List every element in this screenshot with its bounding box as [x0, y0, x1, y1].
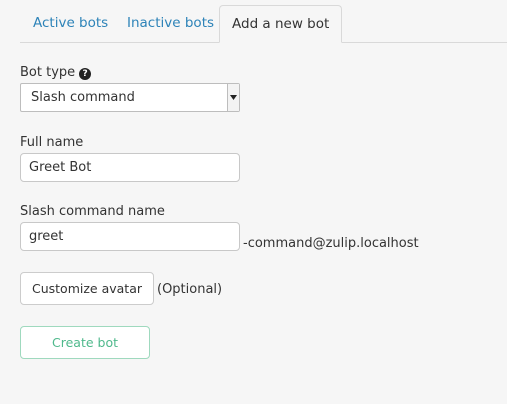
tab-add-new-bot[interactable]: Add a new bot — [219, 5, 343, 43]
bot-email-suffix: -command@zulip.localhost — [243, 236, 419, 251]
bot-type-selected-value: Slash command — [31, 90, 135, 105]
full-name-label: Full name — [20, 135, 84, 150]
question-circle-icon[interactable]: ? — [79, 68, 92, 80]
dropdown-arrow-icon — [227, 84, 239, 111]
bot-type-label: Bot type? — [20, 65, 92, 80]
avatar-optional-label: (Optional) — [157, 282, 223, 297]
tab-inactive-bots[interactable]: Inactive bots — [127, 5, 214, 42]
full-name-input[interactable]: Greet Bot — [20, 153, 240, 182]
bot-settings-tabs: Active bots Inactive bots Add a new bot — [20, 5, 507, 43]
bot-type-select[interactable]: Slash command — [20, 83, 240, 112]
slash-command-name-label: Slash command name — [20, 204, 165, 219]
create-bot-button[interactable]: Create bot — [20, 326, 150, 359]
tab-active-bots[interactable]: Active bots — [33, 5, 108, 42]
slash-command-name-input[interactable]: greet — [20, 222, 240, 251]
customize-avatar-button[interactable]: Customize avatar — [20, 272, 154, 305]
bot-type-label-text: Bot type — [20, 65, 76, 80]
